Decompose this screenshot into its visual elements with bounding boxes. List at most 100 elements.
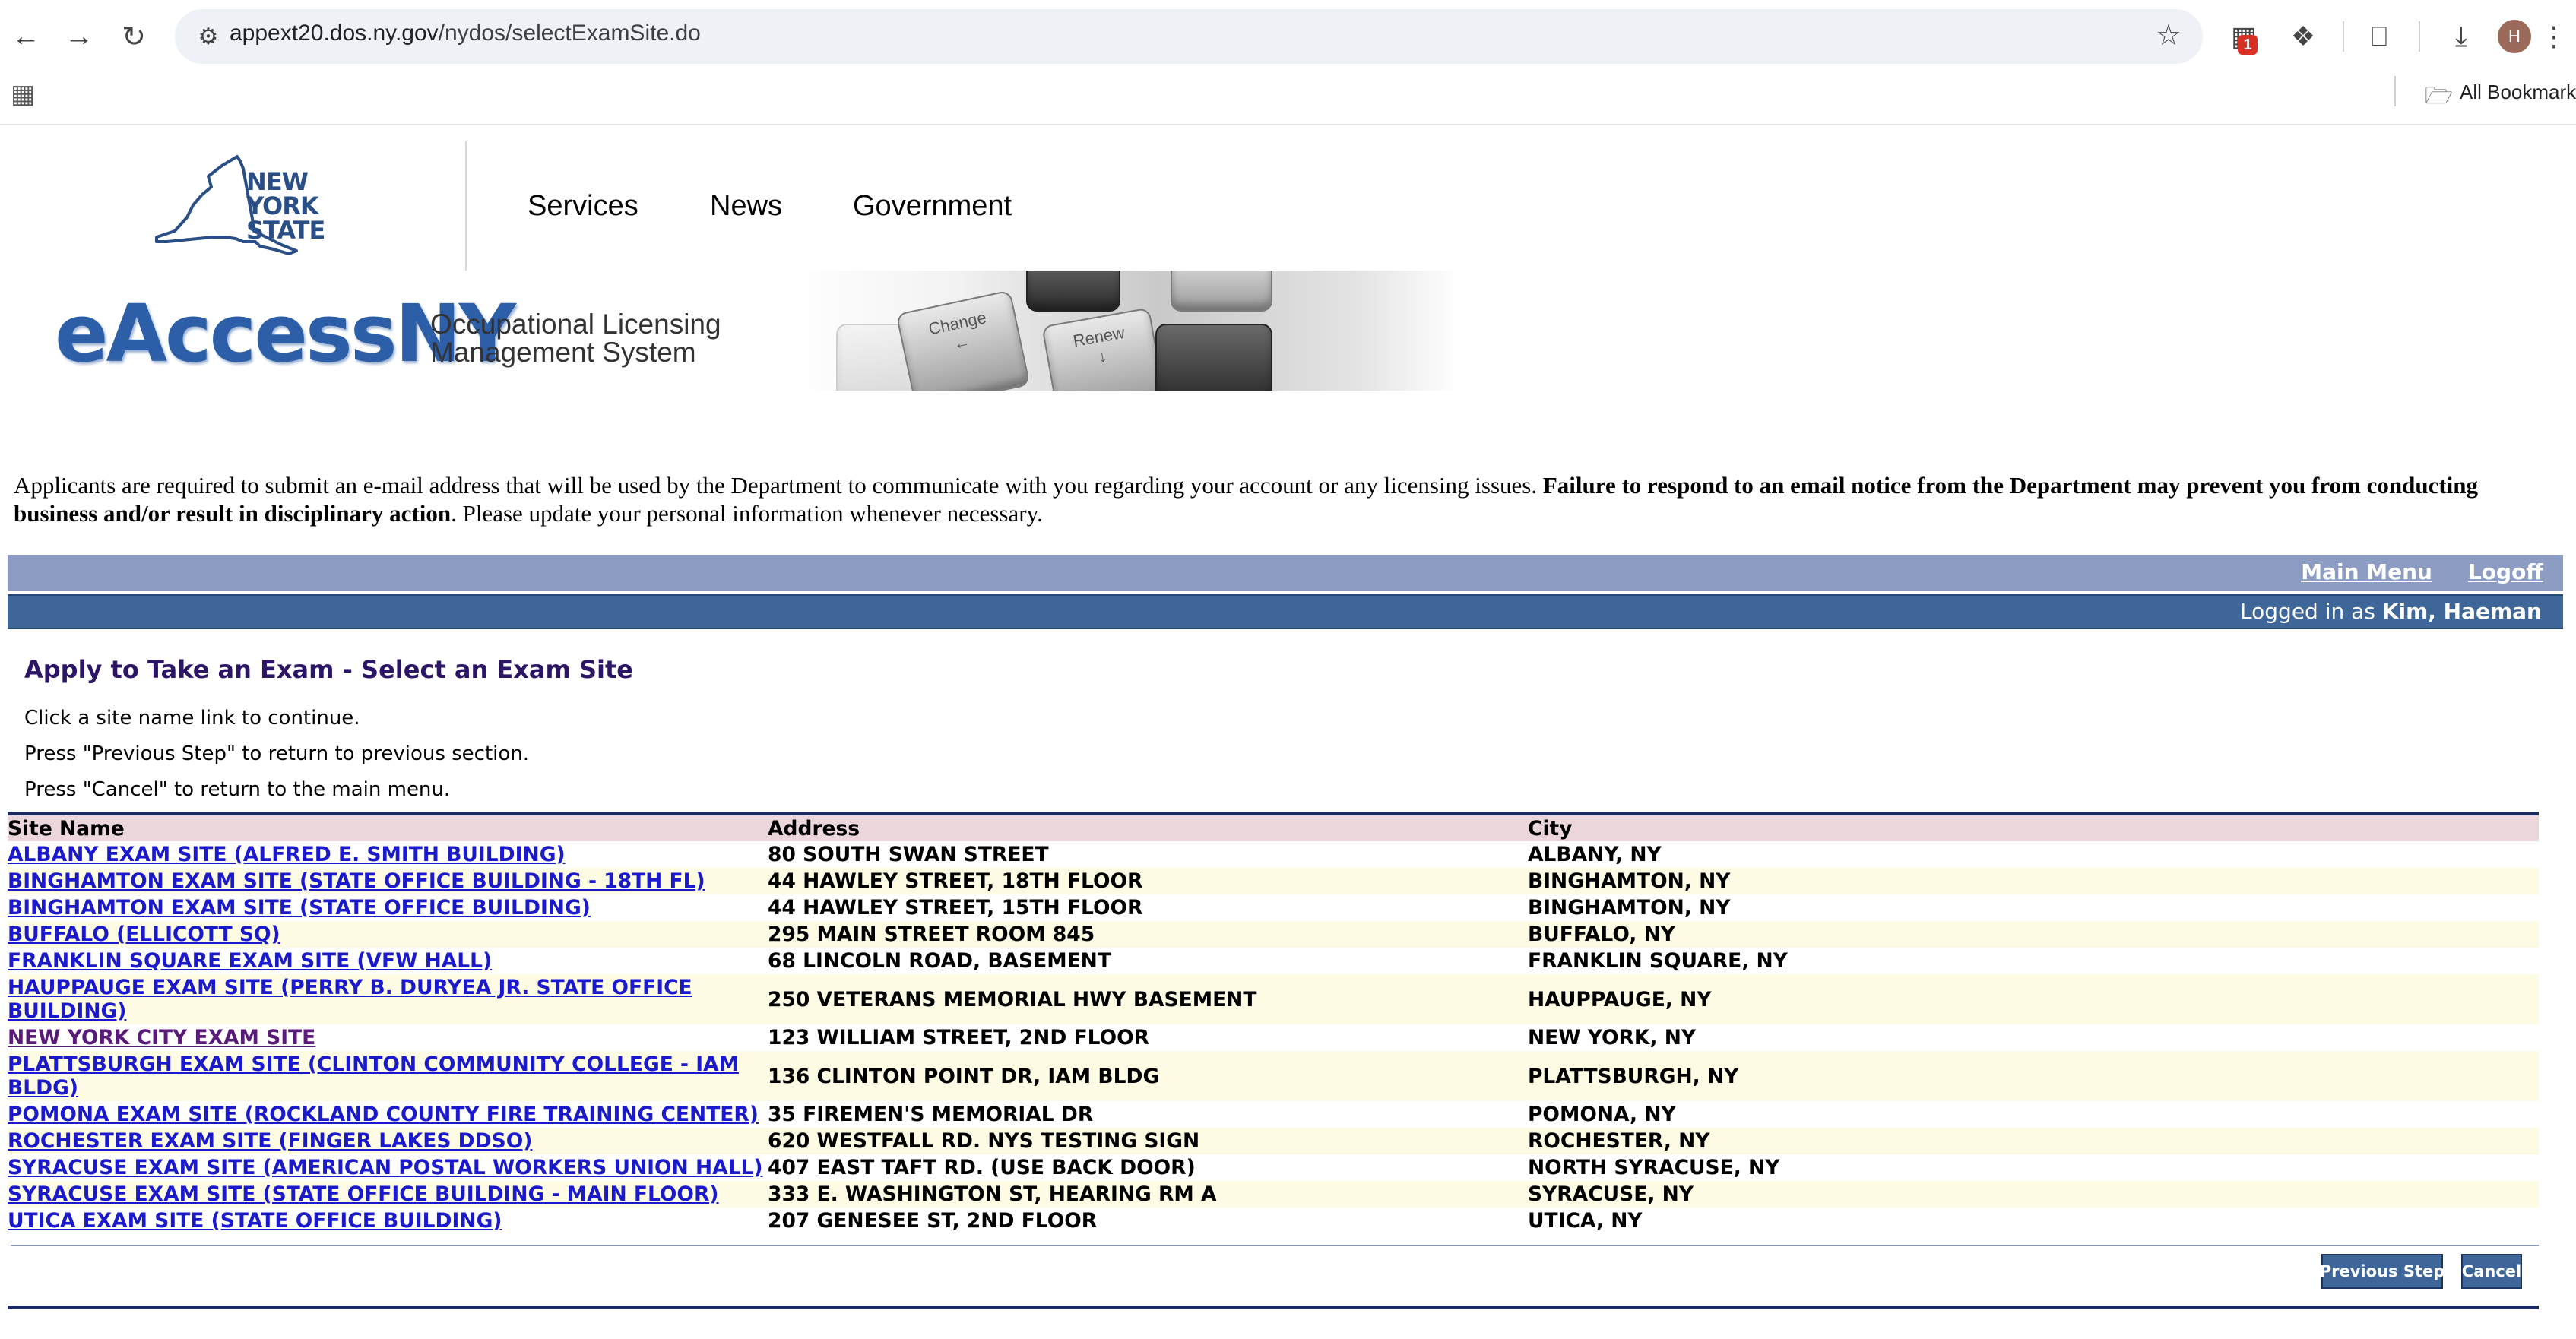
- site-link-hauppauge[interactable]: HAUPPAUGE EXAM SITE (PERRY B. DURYEA JR.…: [8, 976, 692, 1023]
- tab-search-icon[interactable]: ⎕: [2356, 14, 2402, 59]
- table-row: SYRACUSE EXAM SITE (AMERICAN POSTAL WORK…: [8, 1154, 2539, 1181]
- keyboard-banner-image: Change ← Renew ↓: [791, 271, 1459, 391]
- table-row: FRANKLIN SQUARE EXAM SITE (VFW HALL) 68 …: [8, 948, 2539, 974]
- url-host: appext20.dos.ny.gov: [230, 21, 439, 46]
- bookmark-star-icon[interactable]: ☆: [2156, 18, 2182, 52]
- site-link-utica[interactable]: UTICA EXAM SITE (STATE OFFICE BUILDING): [8, 1209, 502, 1233]
- apps-grid-icon[interactable]: ▦: [11, 79, 35, 109]
- site-link-plattsburgh[interactable]: PLATTSBURGH EXAM SITE (CLINTON COMMUNITY…: [8, 1053, 739, 1100]
- table-row: POMONA EXAM SITE (ROCKLAND COUNTY FIRE T…: [8, 1101, 2539, 1128]
- site-address: 44 HAWLEY STREET, 18TH FLOOR: [768, 868, 1528, 894]
- eaccessny-subtitle: Occupational Licensing Management System: [430, 310, 721, 366]
- puzzle-icon[interactable]: ❖: [2280, 14, 2326, 59]
- instruction-line: Press "Previous Step" to return to previ…: [24, 742, 530, 765]
- menu-dots-icon[interactable]: ⋮: [2539, 14, 2569, 59]
- site-address: 80 SOUTH SWAN STREET: [768, 841, 1528, 868]
- site-link-syracuse-sob[interactable]: SYRACUSE EXAM SITE (STATE OFFICE BUILDIN…: [8, 1182, 718, 1206]
- column-header-city: City: [1528, 815, 2539, 841]
- folder-icon: 🗁: [2425, 84, 2454, 109]
- logoff-link[interactable]: Logoff: [2468, 559, 2543, 584]
- column-header-address: Address: [768, 815, 1528, 841]
- toolbar-divider: [2419, 21, 2420, 52]
- subtitle-line-1: Occupational Licensing: [430, 309, 721, 340]
- address-bar[interactable]: ⚙ appext20.dos.ny.gov/nydos/selectExamSi…: [175, 9, 2203, 64]
- site-link-rochester[interactable]: ROCHESTER EXAM SITE (FINGER LAKES DDSO): [8, 1129, 532, 1153]
- table-row: BINGHAMTON EXAM SITE (STATE OFFICE BUILD…: [8, 894, 2539, 921]
- table-row: HAUPPAUGE EXAM SITE (PERRY B. DURYEA JR.…: [8, 974, 2539, 1024]
- forward-arrow-icon[interactable]: →: [56, 14, 102, 59]
- nys-logo[interactable]: NEW YORK STATE: [152, 152, 327, 258]
- site-address: 35 FIREMEN'S MEMORIAL DR: [768, 1101, 1528, 1128]
- site-city: BINGHAMTON, NY: [1528, 868, 2539, 894]
- table-header-row: Site Name Address City: [8, 815, 2539, 841]
- url-text: appext20.dos.ny.gov/nydos/selectExamSite…: [230, 21, 701, 46]
- site-link-franklin-square[interactable]: FRANKLIN SQUARE EXAM SITE (VFW HALL): [8, 949, 492, 973]
- logged-in-user: Kim, Haeman: [2381, 599, 2542, 624]
- site-address: 44 HAWLEY STREET, 15TH FLOOR: [768, 894, 1528, 921]
- site-city: BUFFALO, NY: [1528, 921, 2539, 948]
- site-address: 407 EAST TAFT RD. (USE BACK DOOR): [768, 1154, 1528, 1181]
- download-icon[interactable]: ⤓: [2438, 14, 2484, 59]
- toolbar-divider: [2343, 21, 2344, 52]
- banner-key-dark: [1026, 271, 1120, 312]
- site-address: 333 E. WASHINGTON ST, HEARING RM A: [768, 1181, 1528, 1208]
- site-city: PLATTSBURGH, NY: [1528, 1051, 2539, 1101]
- site-settings-icon[interactable]: ⚙: [192, 20, 225, 53]
- table-row: BUFFALO (ELLICOTT SQ) 295 MAIN STREET RO…: [8, 921, 2539, 948]
- notice-text: Applicants are required to submit an e-m…: [14, 472, 1538, 499]
- site-link-albany[interactable]: ALBANY EXAM SITE (ALFRED E. SMITH BUILDI…: [8, 843, 566, 866]
- site-link-new-york-city[interactable]: NEW YORK CITY EXAM SITE: [8, 1026, 315, 1049]
- site-city: BINGHAMTON, NY: [1528, 894, 2539, 921]
- site-link-syracuse-apwu[interactable]: SYRACUSE EXAM SITE (AMERICAN POSTAL WORK…: [8, 1156, 763, 1179]
- menu-bar: Main Menu Logoff: [8, 555, 2563, 591]
- site-city: POMONA, NY: [1528, 1101, 2539, 1128]
- previous-step-button[interactable]: Previous Step: [2320, 1254, 2445, 1289]
- site-city: HAUPPAUGE, NY: [1528, 974, 2539, 1024]
- site-link-pomona[interactable]: POMONA EXAM SITE (ROCKLAND COUNTY FIRE T…: [8, 1103, 759, 1126]
- site-city: NEW YORK, NY: [1528, 1024, 2539, 1051]
- logged-in-status: Logged in as Kim, Haeman: [2240, 599, 2542, 624]
- profile-avatar[interactable]: H: [2498, 20, 2531, 53]
- site-city: ROCHESTER, NY: [1528, 1128, 2539, 1154]
- column-header-site: Site Name: [8, 815, 768, 841]
- banner-key: [1171, 271, 1272, 312]
- site-city: UTICA, NY: [1528, 1208, 2539, 1234]
- nav-government[interactable]: Government: [853, 190, 1012, 223]
- site-city: FRANKLIN SQUARE, NY: [1528, 948, 2539, 974]
- nav-services[interactable]: Services: [528, 190, 638, 223]
- nav-news[interactable]: News: [710, 190, 782, 223]
- cancel-button[interactable]: Cancel: [2461, 1254, 2522, 1289]
- back-arrow-icon[interactable]: ←: [3, 14, 49, 59]
- table-row: UTICA EXAM SITE (STATE OFFICE BUILDING) …: [8, 1208, 2539, 1234]
- login-status-bar: Logged in as Kim, Haeman: [8, 594, 2563, 629]
- notice-text-end: . Please update your personal informatio…: [451, 500, 1043, 527]
- site-link-binghamton[interactable]: BINGHAMTON EXAM SITE (STATE OFFICE BUILD…: [8, 896, 591, 920]
- table-bottom-rule: [11, 1245, 2539, 1246]
- extension-badge: 1: [2238, 35, 2258, 55]
- page-title: Apply to Take an Exam - Select an Exam S…: [24, 655, 633, 684]
- url-path: /nydos/selectExamSite.do: [438, 21, 701, 46]
- table-row: BINGHAMTON EXAM SITE (STATE OFFICE BUILD…: [8, 868, 2539, 894]
- page-bottom-rule: [8, 1306, 2539, 1309]
- exam-site-table: Site Name Address City ALBANY EXAM SITE …: [8, 815, 2539, 1234]
- site-link-binghamton-18th[interactable]: BINGHAMTON EXAM SITE (STATE OFFICE BUILD…: [8, 869, 705, 893]
- svg-text:STATE: STATE: [246, 216, 325, 245]
- reload-icon[interactable]: ↻: [111, 14, 157, 59]
- all-bookmarks[interactable]: All Bookmarks: [2460, 81, 2576, 104]
- banner-key-renew: Renew ↓: [1041, 307, 1166, 391]
- table-row: ALBANY EXAM SITE (ALFRED E. SMITH BUILDI…: [8, 841, 2539, 868]
- site-address: 68 LINCOLN ROAD, BASEMENT: [768, 948, 1528, 974]
- banner-key-change: Change ←: [895, 290, 1031, 391]
- site-address: 123 WILLIAM STREET, 2ND FLOOR: [768, 1024, 1528, 1051]
- site-address: 207 GENESEE ST, 2ND FLOOR: [768, 1208, 1528, 1234]
- table-row: ROCHESTER EXAM SITE (FINGER LAKES DDSO) …: [8, 1128, 2539, 1154]
- table-row: PLATTSBURGH EXAM SITE (CLINTON COMMUNITY…: [8, 1051, 2539, 1101]
- table-row: SYRACUSE EXAM SITE (STATE OFFICE BUILDIN…: [8, 1181, 2539, 1208]
- main-menu-link[interactable]: Main Menu: [2301, 559, 2432, 584]
- site-link-buffalo[interactable]: BUFFALO (ELLICOTT SQ): [8, 923, 280, 946]
- site-city: SYRACUSE, NY: [1528, 1181, 2539, 1208]
- site-address: 620 WESTFALL RD. NYS TESTING SIGN: [768, 1128, 1528, 1154]
- header-divider: [465, 141, 467, 271]
- site-city: NORTH SYRACUSE, NY: [1528, 1154, 2539, 1181]
- site-address: 136 CLINTON POINT DR, IAM BLDG: [768, 1051, 1528, 1101]
